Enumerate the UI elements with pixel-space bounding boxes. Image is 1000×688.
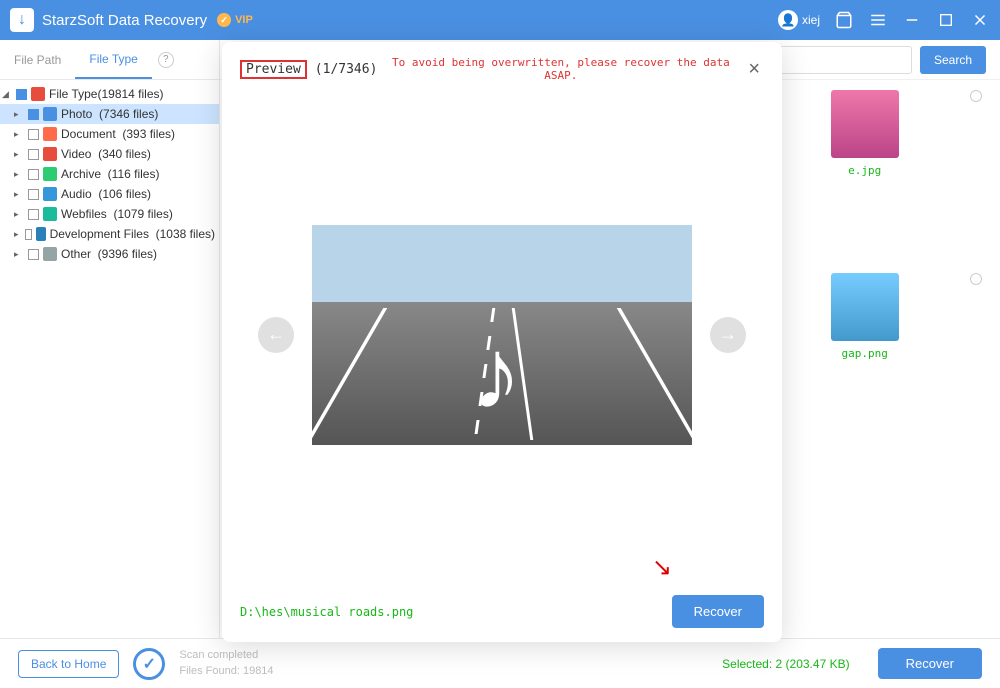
checkbox[interactable]	[25, 229, 33, 240]
tree-root[interactable]: ◢ File Type(19814 files)	[0, 84, 219, 104]
tree-item-audio[interactable]: ▸ Audio (106 files)	[0, 184, 219, 204]
arrow-annotation-icon: ↘	[652, 553, 672, 582]
music-note-icon: ♪	[472, 324, 522, 424]
type-icon	[43, 247, 57, 261]
title-bar: ↓ StarzSoft Data Recovery ✓ VIP 👤 xiej	[0, 0, 1000, 40]
vip-badge[interactable]: ✓ VIP	[217, 13, 253, 27]
checkbox[interactable]	[28, 129, 39, 140]
cart-icon[interactable]	[834, 10, 854, 30]
tree-item-label: Other (9396 files)	[61, 247, 157, 261]
next-button[interactable]: →	[710, 317, 746, 353]
type-icon	[43, 167, 57, 181]
app-title: StarzSoft Data Recovery	[42, 12, 207, 29]
vip-label: VIP	[235, 14, 253, 26]
close-modal-icon[interactable]: ×	[744, 58, 764, 81]
user-account[interactable]: 👤 xiej	[778, 10, 820, 30]
footer: Back to Home ✓ Scan completed Files Foun…	[0, 638, 1000, 688]
sidebar: File Path File Type ? ◢ File Type(19814 …	[0, 40, 220, 638]
tree-item-label: Audio (106 files)	[61, 187, 151, 201]
checkbox[interactable]	[28, 169, 39, 180]
preview-label: Preview	[240, 60, 307, 79]
tree-item-label: Development Files (1038 files)	[50, 227, 215, 241]
app-logo-icon: ↓	[10, 8, 34, 32]
file-tree: ◢ File Type(19814 files) ▸ Photo (7346 fi…	[0, 80, 219, 638]
folder-icon	[31, 87, 45, 101]
caret-right-icon: ▸	[14, 229, 21, 240]
caret-right-icon: ▸	[14, 109, 24, 120]
close-icon[interactable]	[970, 10, 990, 30]
tab-file-type[interactable]: File Type	[75, 40, 151, 79]
type-icon	[43, 147, 57, 161]
thumb-checkbox[interactable]	[970, 90, 982, 102]
scan-complete-icon: ✓	[133, 648, 165, 680]
tree-item-label: Video (340 files)	[61, 147, 151, 161]
recover-button[interactable]: Recover	[878, 648, 982, 679]
tree-item-label: Document (393 files)	[61, 127, 175, 141]
tree-item-video[interactable]: ▸ Video (340 files)	[0, 144, 219, 164]
tree-root-label: File Type(19814 files)	[49, 87, 164, 101]
tree-item-other[interactable]: ▸ Other (9396 files)	[0, 244, 219, 264]
checkbox[interactable]	[28, 249, 39, 260]
warning-text: To avoid being overwritten, please recov…	[385, 56, 736, 82]
caret-right-icon: ▸	[14, 129, 24, 140]
thumbnail-image	[831, 90, 899, 158]
tree-item-archive[interactable]: ▸ Archive (116 files)	[0, 164, 219, 184]
back-button[interactable]: Back to Home	[18, 650, 119, 678]
selected-count: Selected: 2 (203.47 KB)	[722, 657, 849, 671]
caret-right-icon: ▸	[14, 149, 24, 160]
caret-right-icon: ▸	[14, 169, 24, 180]
type-icon	[43, 127, 57, 141]
tree-item-photo[interactable]: ▸ Photo (7346 files)	[0, 104, 219, 124]
preview-modal: Preview (1/7346) To avoid being overwrit…	[222, 42, 782, 642]
caret-down-icon: ◢	[2, 89, 12, 100]
tree-item-webfiles[interactable]: ▸ Webfiles (1079 files)	[0, 204, 219, 224]
tree-item-label: Webfiles (1079 files)	[61, 207, 173, 221]
sidebar-tabs: File Path File Type ?	[0, 40, 219, 80]
thumb-checkbox[interactable]	[970, 273, 982, 285]
search-button[interactable]: Search	[920, 46, 986, 74]
type-icon	[36, 227, 45, 241]
maximize-icon[interactable]	[936, 10, 956, 30]
preview-image: ♪	[312, 225, 692, 445]
preview-count: (1/7346)	[315, 62, 378, 77]
type-icon	[43, 187, 57, 201]
checkbox[interactable]	[16, 89, 27, 100]
tree-item-development-files[interactable]: ▸ Development Files (1038 files)	[0, 224, 219, 244]
minimize-icon[interactable]	[902, 10, 922, 30]
scan-status: Scan completed Files Found: 19814	[179, 648, 273, 679]
checkbox[interactable]	[28, 189, 39, 200]
type-icon	[43, 107, 57, 121]
modal-recover-button[interactable]: Recover	[672, 595, 764, 628]
tree-item-label: Photo (7346 files)	[61, 107, 158, 121]
modal-header: Preview (1/7346) To avoid being overwrit…	[240, 56, 764, 82]
menu-icon[interactable]	[868, 10, 888, 30]
caret-right-icon: ▸	[14, 189, 24, 200]
preview-file-path: D:\hes\musical roads.png	[240, 605, 413, 619]
caret-right-icon: ▸	[14, 249, 24, 260]
avatar-icon: 👤	[778, 10, 798, 30]
checkbox[interactable]	[28, 109, 39, 120]
prev-button[interactable]: ←	[258, 317, 294, 353]
caret-right-icon: ▸	[14, 209, 24, 220]
checkbox[interactable]	[28, 149, 39, 160]
tree-item-label: Archive (116 files)	[61, 167, 159, 181]
vip-icon: ✓	[217, 13, 231, 27]
username: xiej	[802, 13, 820, 27]
help-icon[interactable]: ?	[158, 52, 174, 68]
thumbnail-image	[831, 273, 899, 341]
tree-item-document[interactable]: ▸ Document (393 files)	[0, 124, 219, 144]
tab-file-path[interactable]: File Path	[0, 40, 75, 79]
type-icon	[43, 207, 57, 221]
checkbox[interactable]	[28, 209, 39, 220]
